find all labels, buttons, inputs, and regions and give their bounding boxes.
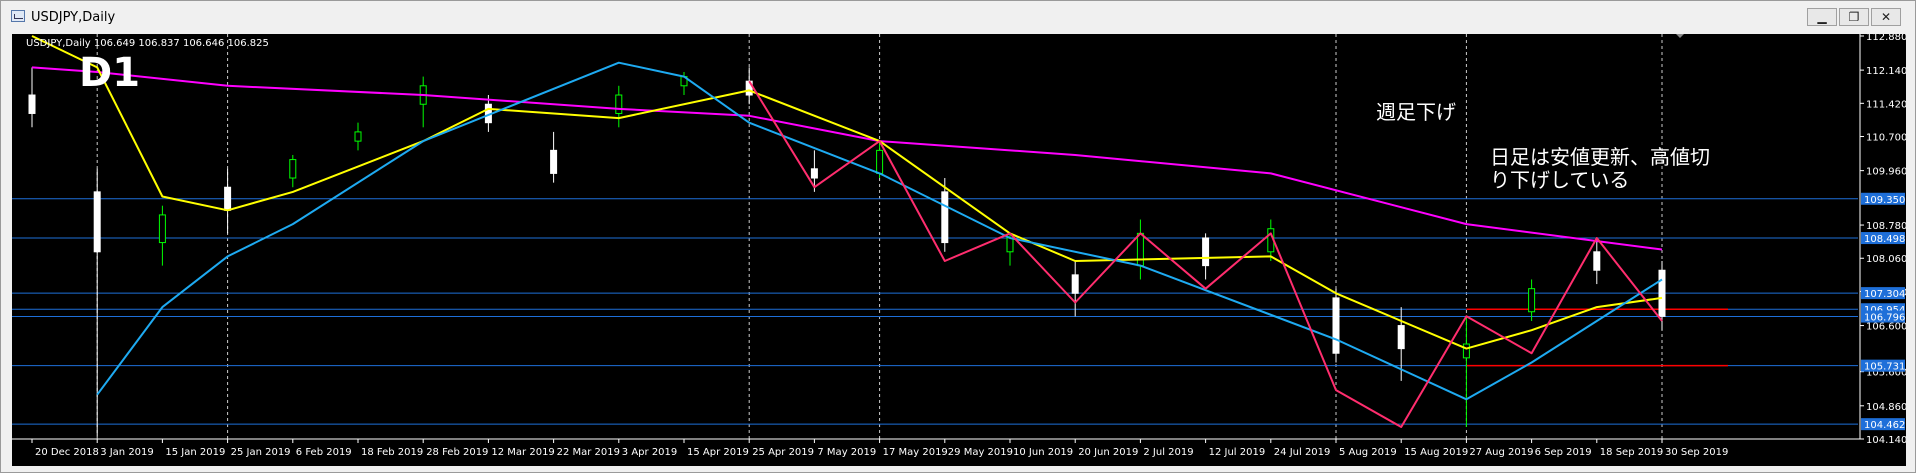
- candle-body: [1397, 325, 1405, 350]
- chart-window-icon: [11, 10, 25, 22]
- candle-body: [810, 168, 818, 179]
- candle-body: [615, 94, 623, 114]
- minimize-button[interactable]: ▁: [1807, 8, 1837, 26]
- time-tick-label: 25 Apr 2019: [752, 447, 814, 458]
- price-tag-label: 106.796: [1864, 313, 1905, 324]
- time-tick-label: 5 Aug 2019: [1339, 447, 1397, 458]
- indicator-line-1: [31, 35, 1663, 350]
- price-tick-label: 108.060: [1866, 254, 1906, 265]
- candle-body: [354, 131, 362, 142]
- candle-body: [1006, 237, 1014, 253]
- price-tag-label: 107.304: [1864, 289, 1905, 300]
- time-tick-label: 15 Apr 2019: [687, 447, 749, 458]
- time-tick-label: 24 Jul 2019: [1274, 447, 1331, 458]
- time-tick-label: 10 Jun 2019: [1013, 447, 1073, 458]
- candle-body: [876, 149, 884, 174]
- chart-area[interactable]: 112.880 112.140 111.420 110.700 109.960 108.7…: [12, 32, 1907, 466]
- time-tick-label: 3 Apr 2019: [622, 447, 677, 458]
- chart-window: USDJPY,Daily ▁ ❐ ✕ 112.880 112.140 111.420…: [0, 0, 1916, 473]
- indicator-lines: [31, 35, 1663, 428]
- price-chart[interactable]: 112.880 112.140 111.420 110.700 109.960 108.7…: [12, 32, 1907, 466]
- time-tick-label: 20 Dec 2018: [35, 447, 99, 458]
- time-tick-label: 30 Sep 2019: [1665, 447, 1728, 458]
- price-tag-label: 108.498: [1864, 234, 1905, 245]
- candle-body: [1658, 269, 1666, 317]
- price-tick-label: 109.960: [1866, 167, 1906, 178]
- candle-body: [1528, 288, 1536, 313]
- time-tick-label: 29 May 2019: [948, 447, 1013, 458]
- title-bar[interactable]: USDJPY,Daily ▁ ❐ ✕: [1, 1, 1915, 33]
- price-tag-label: 104.462: [1864, 420, 1905, 431]
- candle-body: [1332, 297, 1340, 354]
- time-tick-label: 3 Jan 2019: [100, 447, 154, 458]
- annotation-daily-line1: 日足は安値更新、高値切: [1490, 145, 1710, 169]
- price-tick-label: 112.880: [1866, 34, 1906, 43]
- time-tick-label: 6 Feb 2019: [296, 447, 352, 458]
- horizontal-levels: [12, 198, 1858, 425]
- price-tick-label: 112.140: [1866, 66, 1906, 77]
- candle-body: [289, 159, 297, 179]
- annotation-weekly-down: 週足下げ: [1376, 100, 1456, 124]
- symbol-info: USDJPY,Daily 106.649 106.837 106.646 106…: [26, 38, 269, 49]
- time-tick-label: 15 Aug 2019: [1404, 447, 1468, 458]
- price-tick-label: 108.780: [1866, 221, 1906, 232]
- candle-body: [1071, 274, 1079, 294]
- price-tag-label: 105.731: [1864, 362, 1905, 373]
- time-tick-label: 6 Sep 2019: [1535, 447, 1592, 458]
- time-tick-label: 20 Jun 2019: [1078, 447, 1138, 458]
- time-tick-label: 7 May 2019: [817, 447, 876, 458]
- candle-body: [1202, 237, 1210, 267]
- time-tick-label: 12 Mar 2019: [491, 447, 554, 458]
- timeframe-badge: D1: [79, 50, 140, 96]
- time-tick-label: 27 Aug 2019: [1469, 447, 1533, 458]
- vertical-grid: [96, 34, 1663, 439]
- chart-shift-marker: [1676, 34, 1684, 38]
- time-tick-label: 2 Jul 2019: [1143, 447, 1193, 458]
- time-tick-label: 18 Feb 2019: [361, 447, 423, 458]
- time-tick-label: 28 Feb 2019: [426, 447, 488, 458]
- time-tick-label: 22 Mar 2019: [557, 447, 620, 458]
- candle-body: [224, 186, 232, 211]
- time-tick-label: 17 May 2019: [883, 447, 948, 458]
- price-tick-label: 110.700: [1866, 133, 1906, 144]
- price-tick-label: 111.420: [1866, 99, 1906, 110]
- price-tick-label: 104.860: [1866, 402, 1906, 413]
- time-tick-label: 25 Jan 2019: [231, 447, 291, 458]
- price-axis: 112.880 112.140 111.420 110.700 109.960 108.7…: [12, 32, 1907, 446]
- candle-body: [1462, 343, 1470, 359]
- price-tag-label: 109.350: [1864, 195, 1905, 206]
- annotation-daily-line2: り下げしている: [1490, 168, 1629, 192]
- candle-body: [158, 214, 166, 244]
- indicator-line-0: [31, 66, 1663, 251]
- time-tick-label: 18 Sep 2019: [1600, 447, 1663, 458]
- price-tick-label: 104.140: [1866, 435, 1906, 446]
- time-tick-label: 15 Jan 2019: [165, 447, 225, 458]
- candle-body: [93, 191, 101, 253]
- close-button[interactable]: ✕: [1871, 8, 1901, 26]
- time-axis: 20 Dec 2018 3 Jan 2019 15 Jan 2019 25 Jan 2…: [31, 439, 1728, 458]
- candle-body: [941, 191, 949, 244]
- candle-body: [1136, 232, 1144, 267]
- candle-body: [28, 94, 36, 114]
- window-title: USDJPY,Daily: [31, 10, 116, 25]
- maximize-button[interactable]: ❐: [1839, 8, 1869, 26]
- candle-body: [1593, 251, 1601, 271]
- time-tick-label: 12 Jul 2019: [1209, 447, 1266, 458]
- candle-body: [550, 149, 558, 174]
